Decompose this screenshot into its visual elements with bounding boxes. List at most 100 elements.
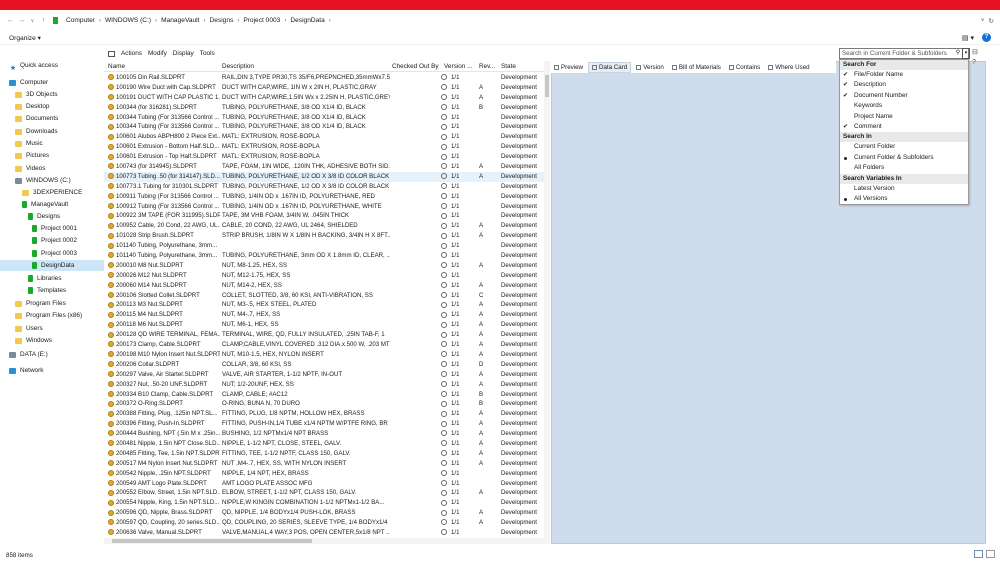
nav-item[interactable]: Computer (9, 77, 48, 88)
breadcrumb-item[interactable]: DesignData (290, 17, 324, 24)
nav-item[interactable]: Music (15, 138, 43, 149)
nav-item[interactable]: DATA (E:) (9, 349, 48, 360)
file-row[interactable]: 200485 Fitting, Tee, 1.5in NPT.SLDPRT FIT… (104, 449, 544, 459)
vertical-scroll-thumb[interactable] (545, 75, 549, 97)
column-header-name[interactable]: Name (108, 63, 125, 70)
nav-item[interactable]: Videos (15, 163, 45, 174)
pdm-menu-item[interactable]: Display (173, 50, 194, 57)
breadcrumb-separator-icon[interactable]: › (155, 18, 157, 24)
horizontal-scrollbar[interactable] (104, 538, 544, 544)
nav-item[interactable]: Project 0002 (32, 235, 77, 246)
help-icon[interactable]: ? (982, 33, 991, 42)
file-row[interactable]: 200636 Valve, Manual.SLDPRT VALVE,MANUAL,… (104, 528, 544, 537)
file-row[interactable]: 100922 3M TAPE (FOR 311995).SLDP... TAPE,… (104, 211, 544, 221)
file-row[interactable]: 200396 Fitting, Push-In.SLDPRT FITTING, P… (104, 419, 544, 429)
dropdown-option[interactable]: Project Name (840, 112, 968, 122)
up-arrow-icon[interactable]: ↑ (38, 17, 49, 24)
file-row[interactable]: 200388 Fitting, Plug, .125in NPT.SL... FI… (104, 409, 544, 419)
dropdown-option[interactable]: ✔ Description (840, 80, 968, 90)
file-row[interactable]: 200554 Nipple, King, 1.5in NPT.SLD... NIP… (104, 498, 544, 508)
tab-preview[interactable]: Preview (551, 63, 586, 72)
breadcrumb-item[interactable]: ManageVault (161, 17, 199, 24)
dropdown-option[interactable]: Latest Version (840, 184, 968, 194)
dropdown-option[interactable]: Current Folder & Subfolders (840, 153, 968, 163)
tab-version[interactable]: Version (633, 63, 667, 72)
breadcrumb-item[interactable]: Project 0003 (243, 17, 280, 24)
column-header-description[interactable]: Description (222, 63, 254, 70)
nav-item[interactable]: Pictures (15, 150, 49, 161)
dropdown-option[interactable]: ✔ Comment (840, 122, 968, 132)
nav-item[interactable]: Program Files (15, 298, 66, 309)
file-row[interactable]: 101140 Tubing, Polyurethane, 3mm... 1/1 De… (104, 241, 544, 251)
nav-item[interactable]: Documents (15, 113, 58, 124)
large-icons-view-icon[interactable] (986, 550, 995, 558)
file-row[interactable]: 200596 QD, Nipple, Brass.SLDPRT QD, NIPPL… (104, 508, 544, 518)
breadcrumb-item[interactable]: WINDOWS (C:) (105, 17, 151, 24)
breadcrumb-separator-icon[interactable]: › (284, 18, 286, 24)
file-row[interactable]: 100105 Din Rail.SLDPRT RAIL,DIN 3,TYPE PR… (104, 73, 544, 83)
nav-item[interactable]: Templates (28, 285, 66, 296)
file-row[interactable]: 200444 Bushing, NPT (.5in M x .25in... BU… (104, 429, 544, 439)
nav-item[interactable]: ★ Quick access (9, 60, 58, 72)
pin-icon[interactable]: ⊟ (972, 48, 978, 56)
dropdown-option[interactable]: ✔ Document Number (840, 91, 968, 101)
file-row[interactable]: 200549 AMT Logo Plate.SLDPRT AMT LOGO PLA… (104, 479, 544, 489)
vertical-scrollbar[interactable] (544, 61, 550, 544)
horizontal-scroll-thumb[interactable] (112, 539, 312, 543)
nav-item[interactable]: DesignData (0, 260, 104, 271)
file-row[interactable]: 200128 QD WIRE TERMINAL, FEMA... TERMINAL… (104, 330, 544, 340)
file-row[interactable]: 100911 Tubing (For 313566 Control ... TUB… (104, 192, 544, 202)
file-row[interactable]: 100773 Tubing .50 (for 314147).SLD... TUB… (104, 171, 544, 182)
search-icon[interactable]: ⚲ (954, 49, 962, 58)
file-row[interactable]: 200334 B10 Clamp, Cable.SLDPRT CLAMP, CAB… (104, 390, 544, 400)
file-row[interactable]: 200517 M4 Nylon Insert Nut.SLDPRT NUT ,M4… (104, 459, 544, 469)
file-row[interactable]: 100601 Extrusion - Bottom Half.SLD... MAT… (104, 142, 544, 152)
column-header-revision[interactable]: Rev... (479, 63, 495, 70)
recent-chevron-down-icon[interactable]: ∨ (27, 18, 38, 24)
file-row[interactable]: 200113 M3 Nut.SLDPRT NUT, M3-.5, HEX STEE… (104, 300, 544, 310)
file-row[interactable]: 200597 QD, Coupling, 20 series.SLD... QD,… (104, 518, 544, 528)
tab-contains[interactable]: Contains (726, 63, 763, 72)
file-row[interactable]: 200372 O-Ring.SLDPRT O-RING, BUNA N, 70 D… (104, 399, 544, 409)
help-circle-icon[interactable]: ? (972, 59, 978, 66)
nav-item[interactable]: 3DEXPERIENCE (22, 187, 82, 198)
nav-item[interactable]: Project 0001 (32, 223, 77, 234)
file-row[interactable]: 101028 Strip Brush.SLDPRT STRIP BRUSH, 1/… (104, 231, 544, 241)
file-row[interactable]: 100190 Wire Duct with Cap.SLDPRT DUCT WIT… (104, 83, 544, 93)
pdm-menu-item[interactable]: Tools (200, 50, 215, 57)
file-row[interactable]: 200060 M14 Nut.SLDPRT NUT, M14-2, HEX, SS… (104, 281, 544, 291)
dropdown-option[interactable]: All Versions (840, 194, 968, 204)
organize-menu[interactable]: Organize ▾ (9, 34, 41, 42)
file-row[interactable]: 200297 Valve, Air Starter.SLDPRT VALVE, A… (104, 370, 544, 380)
column-header-checked-out-by[interactable]: Checked Out By (392, 63, 439, 70)
file-row[interactable]: 200481 Nipple, 1.5in NPT Close.SLD... NIP… (104, 439, 544, 449)
details-view-icon[interactable] (974, 550, 983, 558)
address-dropdown-chevron-icon[interactable]: ∨ (981, 17, 985, 25)
file-row[interactable]: 200118 M6 Nut.SLDPRT NUT, M6-1, HEX, SS 1/… (104, 320, 544, 330)
file-row[interactable]: 200327 Nut, .50-20 UNF.SLDPRT NUT; 1/2-20… (104, 380, 544, 390)
file-row[interactable]: 200552 Elbow, Street, 1.5in NPT.SLD... EL… (104, 488, 544, 498)
nav-item[interactable]: ManageVault (22, 199, 68, 210)
pdm-menu-item[interactable]: Modify (148, 50, 167, 57)
file-row[interactable]: 100952 Cable, 20 Cond, 22 AWG, UL... CABL… (104, 221, 544, 231)
search-options-chevron-icon[interactable]: ▾ (962, 48, 970, 59)
file-row[interactable]: 200115 M4 Nut.SLDPRT NUT, M4-.7, HEX, SS 1… (104, 310, 544, 320)
file-row[interactable]: 200198 M10 Nylon Insert Nut.SLDPRT NUT, M… (104, 350, 544, 360)
search-input[interactable]: Search in Current Folder & Subfolders (839, 48, 969, 59)
nav-item[interactable]: 3D Objects (15, 89, 58, 100)
nav-item[interactable]: Users (15, 323, 43, 334)
file-row[interactable]: 100344 Tubing (For 313566 Control ... TUB… (104, 122, 544, 132)
breadcrumb-separator-icon[interactable]: › (99, 18, 101, 24)
pdm-menu-item[interactable]: Actions (121, 50, 142, 57)
breadcrumb-separator-icon[interactable]: › (203, 18, 205, 24)
breadcrumb-item[interactable]: Designs (209, 17, 233, 24)
nav-item[interactable]: Desktop (15, 101, 49, 112)
nav-item[interactable]: WINDOWS (C:) (15, 175, 71, 186)
file-row[interactable]: 200010 M8 Nut.SLDPRT NUT, M8-1.25, HEX, S… (104, 261, 544, 271)
dropdown-option[interactable]: Current Folder (840, 142, 968, 152)
tab-data-card[interactable]: Data Card (588, 61, 632, 73)
dropdown-option[interactable]: Keywords (840, 101, 968, 111)
file-row[interactable]: 200542 Nipple, .25in NPT.SLDPRT NIPPLE, 1… (104, 469, 544, 479)
nav-item[interactable]: Program Files (x86) (15, 310, 82, 321)
nav-item[interactable]: Downloads (15, 126, 58, 137)
